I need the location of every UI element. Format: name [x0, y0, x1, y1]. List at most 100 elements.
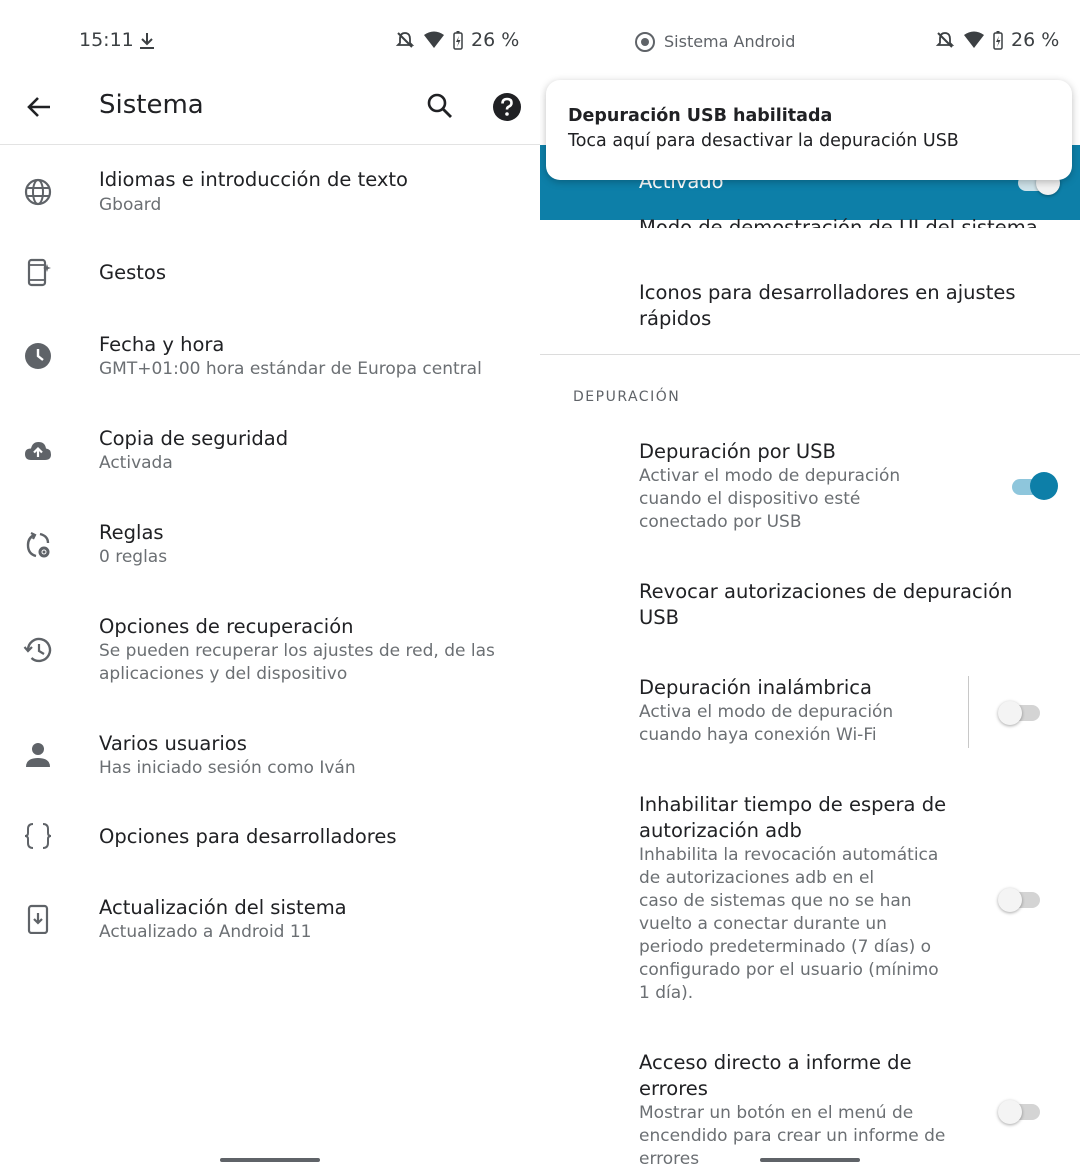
vertical-divider — [968, 676, 969, 748]
item-title-line-2: errores — [639, 1077, 708, 1100]
history-icon — [23, 637, 52, 663]
download-icon — [140, 33, 154, 49]
item-title-line-1: Acceso directo a informe de — [639, 1051, 912, 1074]
status-bar: 15:11 26 % — [0, 0, 540, 80]
item-subtitle-line-1: Activa el modo de depuración — [639, 702, 894, 722]
item-subtitle: 0 reglas — [99, 547, 168, 567]
switch-thumb — [998, 701, 1022, 725]
item-subtitle: Has iniciado sesión como Iván — [99, 758, 356, 778]
settings-item-multiple-users[interactable]: Varios usuarios Has iniciado sesión como… — [0, 730, 540, 790]
item-title: Gestos — [99, 261, 167, 284]
battery-charging-icon — [993, 31, 1003, 50]
status-icons: 26 % — [935, 29, 1059, 51]
globe-icon — [24, 178, 52, 206]
settings-item-developer-options[interactable]: Opciones para desarrolladores — [0, 816, 540, 860]
rules-icon — [26, 532, 50, 558]
item-title: Idiomas e introducción de texto — [99, 168, 408, 191]
settings-system-screen: 15:11 26 % Sistema Idiomas e introducció… — [0, 0, 540, 1170]
cloud-upload-icon — [25, 442, 51, 460]
item-subtitle-line-7: 1 día). — [639, 983, 694, 1003]
item-subtitle-line-4: vuelto a conectar durante un — [639, 914, 887, 934]
item-title: Reglas — [99, 521, 164, 544]
ui-demo-mode-item[interactable]: Modo de demostración de UI del sistema — [639, 208, 1038, 228]
battery-level: 26 % — [1011, 29, 1060, 51]
item-subtitle-line-3: errores — [639, 1149, 700, 1169]
settings-item-rules[interactable]: Reglas 0 reglas — [0, 519, 540, 579]
disable-adb-timeout-switch[interactable] — [998, 888, 1044, 912]
battery-level: 26 % — [471, 29, 520, 51]
status-bar: Sistema Android 26 % — [540, 0, 1080, 80]
item-title: Opciones de recuperación — [99, 615, 354, 638]
bug-report-shortcut-switch[interactable] — [998, 1100, 1044, 1124]
section-divider — [540, 354, 1080, 355]
item-title-line-2: autorización adb — [639, 819, 802, 842]
item-title: Fecha y hora — [99, 333, 225, 356]
switch-thumb — [998, 888, 1022, 912]
item-subtitle-line-3: caso de sistemas que no se han — [639, 891, 912, 911]
search-icon[interactable] — [426, 92, 454, 120]
usb-debugging-switch[interactable] — [1010, 472, 1058, 500]
item-subtitle-line-3: conectado por USB — [639, 512, 802, 532]
notification-source-app: Sistema Android — [664, 32, 796, 51]
notification-text: Toca aquí para desactivar la depuración … — [568, 131, 959, 151]
notifications-off-icon — [395, 32, 415, 48]
item-title-line-1: Revocar autorizaciones de depuración — [639, 580, 1013, 603]
gesture-nav-handle[interactable] — [760, 1158, 860, 1162]
item-subtitle-line-1: Se pueden recuperar los ajustes de red, … — [99, 641, 495, 661]
settings-item-reset-options[interactable]: Opciones de recuperación Se pueden recup… — [0, 613, 540, 688]
item-subtitle-line-2: encendido para crear un informe de — [639, 1126, 946, 1146]
item-title: Varios usuarios — [99, 732, 247, 755]
item-title: Actualización del sistema — [99, 896, 347, 919]
notifications-off-icon — [935, 32, 955, 48]
item-subtitle: GMT+01:00 hora estándar de Europa centra… — [99, 359, 482, 379]
item-subtitle-line-1: Mostrar un botón en el menú de — [639, 1103, 914, 1123]
item-subtitle-line-2: aplicaciones y del dispositivo — [99, 664, 348, 684]
settings-item-backup[interactable]: Copia de seguridad Activada — [0, 425, 540, 485]
system-update-icon — [27, 904, 49, 934]
item-subtitle-line-1: Activar el modo de depuración — [639, 466, 901, 486]
settings-item-languages[interactable]: Idiomas e introducción de texto Gboard — [0, 166, 540, 226]
page-title: Sistema — [99, 90, 204, 120]
status-icons: 26 % — [395, 29, 519, 51]
help-icon[interactable] — [492, 92, 522, 122]
item-subtitle: Actualizado a Android 11 — [99, 922, 312, 942]
status-time: 15:11 — [79, 29, 134, 51]
battery-charging-icon — [453, 31, 463, 50]
item-subtitle: Activada — [99, 453, 173, 473]
item-title: Depuración inalámbrica — [639, 676, 872, 699]
wifi-icon — [964, 31, 984, 48]
item-title: Copia de seguridad — [99, 427, 289, 450]
back-arrow-icon[interactable] — [26, 94, 52, 120]
switch-thumb — [1030, 472, 1058, 500]
switch-thumb — [998, 1100, 1022, 1124]
item-title: Depuración por USB — [639, 440, 836, 463]
braces-icon — [24, 823, 52, 849]
item-subtitle-line-1: Inhabilita la revocación automática — [639, 845, 939, 865]
developer-options-screen: Sistema Android 26 % Activado Modo de de… — [540, 0, 1080, 1170]
item-subtitle-line-2: de autorizaciones adb en el — [639, 868, 875, 888]
wireless-debugging-switch[interactable] — [998, 701, 1044, 725]
item-subtitle-line-2: cuando haya conexión Wi-Fi — [639, 725, 877, 745]
item-title-line-2: USB — [639, 606, 680, 629]
item-title-line-1: Inhabilitar tiempo de espera de — [639, 793, 947, 816]
item-subtitle-line-2: cuando el dispositivo esté — [639, 489, 861, 509]
item-subtitle-line-5: periodo predeterminado (7 días) o — [639, 937, 932, 957]
item-subtitle: Gboard — [99, 195, 162, 215]
usb-debugging-notification[interactable]: Depuración USB habilitada Toca aquí para… — [546, 80, 1072, 180]
item-title-line-2: rápidos — [639, 307, 712, 330]
gestures-phone-icon — [27, 258, 51, 287]
android-system-icon — [635, 32, 655, 52]
item-subtitle-line-6: configurado por el usuario (mínimo — [639, 960, 939, 980]
item-title: Opciones para desarrolladores — [99, 825, 397, 848]
notification-title: Depuración USB habilitada — [568, 106, 833, 126]
gesture-nav-handle[interactable] — [220, 1158, 320, 1162]
settings-item-system-update[interactable]: Actualización del sistema Actualizado a … — [0, 894, 540, 954]
section-header-debugging: DEPURACIÓN — [573, 389, 681, 405]
settings-item-date-time[interactable]: Fecha y hora GMT+01:00 hora estándar de … — [0, 331, 540, 391]
app-bar: Sistema — [0, 80, 540, 145]
item-title-line-1: Iconos para desarrolladores en ajustes — [639, 281, 1016, 304]
wifi-icon — [424, 31, 444, 48]
settings-item-gestures[interactable]: Gestos — [0, 253, 540, 297]
person-icon — [26, 743, 50, 767]
clock-icon — [25, 343, 51, 369]
